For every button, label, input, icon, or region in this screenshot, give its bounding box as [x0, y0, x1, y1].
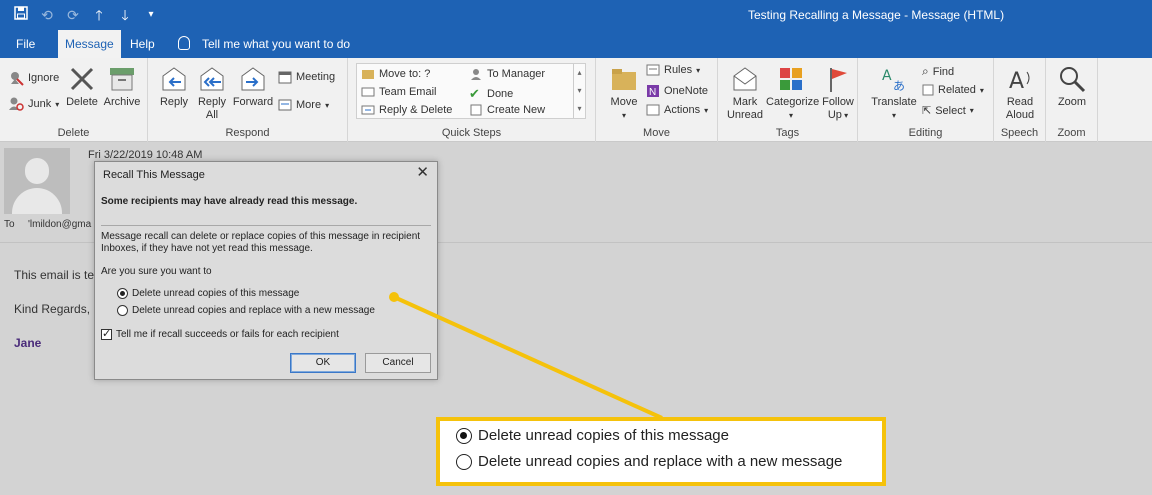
callout-option-delete: Delete unread copies of this message — [456, 427, 729, 444]
radio-button-selected — [456, 427, 472, 444]
callout-zoom-box: Delete unread copies of this message Del… — [436, 417, 886, 486]
radio-button — [456, 453, 472, 470]
callout-option-replace: Delete unread copies and replace with a … — [456, 453, 842, 470]
